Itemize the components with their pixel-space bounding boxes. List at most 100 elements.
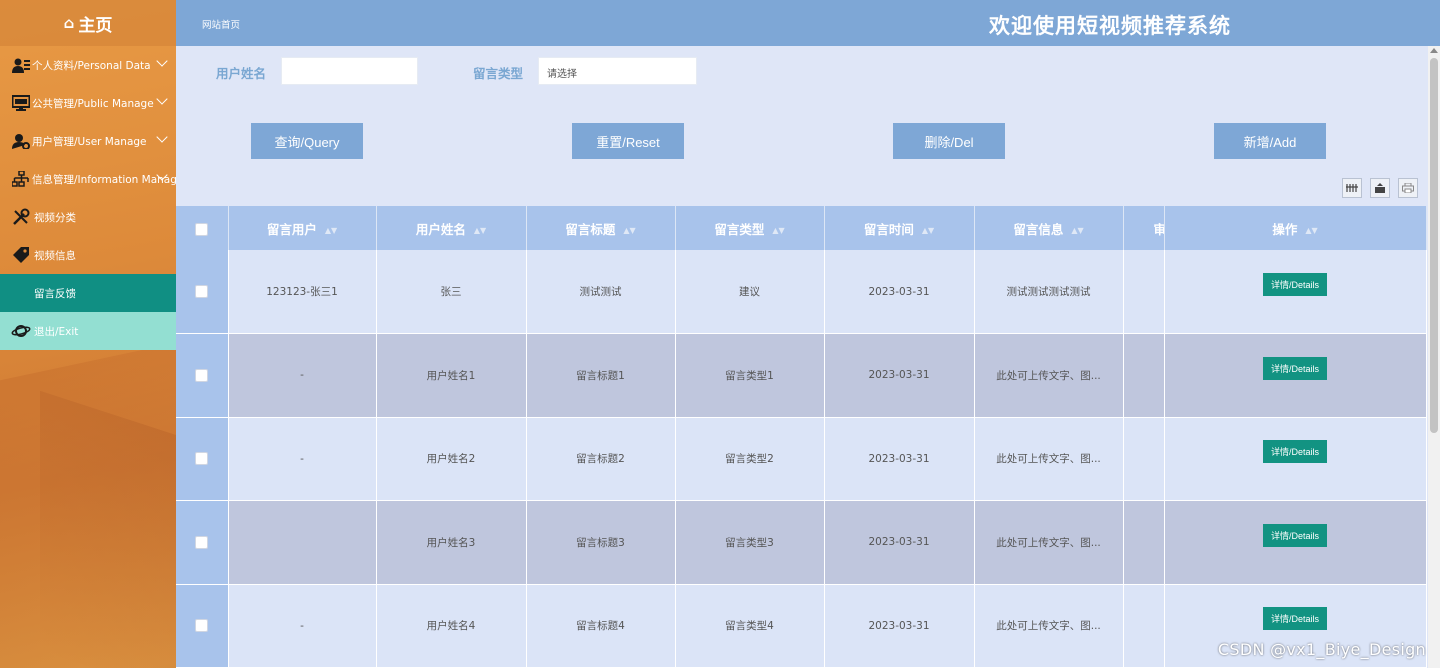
sidebar-home-link[interactable]: ⌂ 主页 bbox=[0, 0, 176, 46]
details-button[interactable]: 详情/Details bbox=[1262, 607, 1327, 631]
table-header-row: 留言用户 ▲▼ 用户姓名 ▲▼ 留言标题 ▲▼ 留言类型 ▲▼ 留言时间 ▲▼ 留言信息 ▲… bbox=[176, 206, 1427, 250]
column-header[interactable]: 留言类型 ▲▼ bbox=[675, 206, 825, 250]
query-button[interactable]: 查询/Query bbox=[251, 123, 363, 159]
username-input[interactable] bbox=[281, 57, 418, 85]
scrollbar-thumb[interactable] bbox=[1430, 58, 1438, 433]
column-header-label: 留言用户 bbox=[266, 221, 317, 237]
column-header-label: 用户姓名 bbox=[415, 221, 466, 237]
print-icon[interactable] bbox=[1398, 178, 1418, 198]
cell-name: 用户姓名1 bbox=[376, 333, 527, 418]
sidebar-item-user-manage[interactable]: 用户管理/User Manage bbox=[0, 122, 176, 160]
row-checkbox[interactable] bbox=[195, 619, 209, 633]
sidebar-item-label: 信息管理/Information Manage bbox=[32, 173, 176, 186]
cell-time: 2023-03-31 bbox=[824, 584, 975, 668]
details-button[interactable]: 详情/Details bbox=[1262, 440, 1327, 464]
column-header[interactable]: 审 bbox=[1123, 206, 1165, 250]
cell-time: 2023-03-31 bbox=[824, 500, 975, 585]
sidebar-item-label: 用户管理/User Manage bbox=[32, 135, 147, 148]
delete-button[interactable]: 删除/Del bbox=[893, 123, 1005, 159]
main-content: 用户姓名 留言类型 请选择 查询/Query 重置/Reset 删除/Del 新… bbox=[176, 46, 1428, 668]
cell-type: 留言类型2 bbox=[675, 417, 825, 501]
details-button[interactable]: 详情/Details bbox=[1262, 356, 1327, 380]
cell-title: 留言标题2 bbox=[526, 417, 676, 501]
cell-type: 留言类型4 bbox=[675, 584, 825, 668]
sidebar-item-personal-data[interactable]: 个人资料/Personal Data bbox=[0, 46, 176, 84]
table-toolbar bbox=[1342, 178, 1418, 198]
sort-icon: ▲▼ bbox=[1071, 225, 1084, 235]
export-icon[interactable] bbox=[1370, 178, 1390, 198]
sidebar-item-public-manage[interactable]: 公共管理/Public Manage bbox=[0, 84, 176, 122]
column-header[interactable]: 留言用户 ▲▼ bbox=[228, 206, 377, 250]
cell-name: 用户姓名4 bbox=[376, 584, 527, 668]
cell-review bbox=[1123, 500, 1165, 585]
table-row: - 用户姓名2 留言标题2 留言类型2 2023-03-31 此处可上传文字、图… bbox=[176, 417, 1427, 501]
vertical-scrollbar[interactable] bbox=[1428, 46, 1440, 668]
feedback-table-wrap: 留言用户 ▲▼ 用户姓名 ▲▼ 留言标题 ▲▼ 留言类型 ▲▼ 留言时间 ▲▼ 留言信息 ▲… bbox=[176, 206, 1427, 668]
table-row: - 用户姓名1 留言标题1 留言类型1 2023-03-31 此处可上传文字、图… bbox=[176, 333, 1427, 418]
details-button[interactable]: 详情/Details bbox=[1262, 273, 1327, 296]
username-label: 用户姓名 bbox=[216, 66, 267, 81]
cell-title: 测试测试 bbox=[526, 250, 676, 334]
tools-icon bbox=[10, 208, 32, 226]
cell-info: 此处可上传文字、图... bbox=[974, 333, 1124, 418]
page-title: 欢迎使用短视频推荐系统 bbox=[989, 14, 1231, 38]
sort-icon: ▲▼ bbox=[1305, 225, 1318, 235]
sort-icon: ▲▼ bbox=[623, 225, 636, 235]
column-header[interactable]: 用户姓名 ▲▼ bbox=[376, 206, 527, 250]
cell-user: 123123-张三1 bbox=[228, 250, 377, 334]
column-header-label: 操作 bbox=[1272, 221, 1298, 237]
column-header[interactable]: 留言信息 ▲▼ bbox=[974, 206, 1124, 250]
sidebar-item-information-manage[interactable]: 信息管理/Information Manage bbox=[0, 160, 176, 198]
sort-icon: ▲▼ bbox=[921, 225, 935, 235]
details-button[interactable]: 详情/Details bbox=[1262, 523, 1327, 547]
row-checkbox[interactable] bbox=[195, 535, 209, 549]
action-bar: 查询/Query 重置/Reset 删除/Del 新增/Add bbox=[176, 123, 1428, 159]
column-header: 操作 ▲▼ bbox=[1164, 206, 1427, 250]
cell-type: 留言类型1 bbox=[675, 333, 825, 418]
cell-actions: 详情/Details bbox=[1164, 250, 1427, 334]
page-title-wrap: 欢迎使用短视频推荐系统 bbox=[176, 10, 1231, 40]
row-select-cell bbox=[176, 333, 229, 418]
row-checkbox[interactable] bbox=[195, 368, 209, 382]
row-select-cell bbox=[176, 500, 229, 585]
row-checkbox[interactable] bbox=[195, 285, 209, 298]
reset-button[interactable]: 重置/Reset bbox=[572, 123, 684, 159]
cell-info: 此处可上传文字、图... bbox=[974, 500, 1124, 585]
scroll-up-icon[interactable] bbox=[1430, 48, 1438, 53]
home-icon: ⌂ bbox=[63, 14, 75, 32]
sort-icon: ▲▼ bbox=[772, 225, 785, 235]
cell-user: - bbox=[228, 584, 377, 668]
sidebar-menu: 个人资料/Personal Data 公共管理/Public Manage 用户… bbox=[0, 46, 176, 350]
cell-time: 2023-03-31 bbox=[824, 417, 975, 501]
column-header[interactable]: 留言时间 ▲▼ bbox=[824, 206, 975, 250]
home-label: 主页 bbox=[78, 15, 113, 36]
sidebar-item-video-category[interactable]: 视频分类 bbox=[0, 198, 176, 236]
feedback-table: 留言用户 ▲▼ 用户姓名 ▲▼ 留言标题 ▲▼ 留言类型 ▲▼ 留言时间 ▲▼ 留言信息 ▲… bbox=[176, 206, 1427, 668]
columns-filter-icon[interactable] bbox=[1342, 178, 1362, 198]
cell-type: 建议 bbox=[675, 250, 825, 334]
column-header-label: 留言标题 bbox=[565, 221, 616, 237]
sidebar-item-feedback[interactable]: 留言反馈 bbox=[0, 274, 176, 312]
tag-icon bbox=[10, 246, 32, 264]
sidebar: ⌂ 主页 个人资料/Personal Data 公共管理/Public Mana… bbox=[0, 0, 176, 668]
cell-time: 2023-03-31 bbox=[824, 333, 975, 418]
row-select-cell bbox=[176, 584, 229, 668]
column-header-label: 留言类型 bbox=[714, 221, 765, 237]
cell-type: 留言类型3 bbox=[675, 500, 825, 585]
message-type-select[interactable]: 请选择 bbox=[538, 57, 697, 85]
row-select-cell bbox=[176, 417, 229, 501]
select-all-checkbox[interactable] bbox=[195, 222, 209, 236]
row-select-cell bbox=[176, 250, 229, 334]
cell-name: 张三 bbox=[376, 250, 527, 334]
cell-title: 留言标题3 bbox=[526, 500, 676, 585]
cell-info: 此处可上传文字、图... bbox=[974, 417, 1124, 501]
cell-user: - bbox=[228, 417, 377, 501]
add-button[interactable]: 新增/Add bbox=[1214, 123, 1326, 159]
search-bar: 用户姓名 留言类型 请选择 bbox=[176, 56, 1428, 86]
sidebar-item-exit[interactable]: 退出/Exit bbox=[0, 312, 176, 350]
sidebar-item-video-info[interactable]: 视频信息 bbox=[0, 236, 176, 274]
cell-info: 测试测试测试测试 bbox=[974, 250, 1124, 334]
table-row: 123123-张三1 张三 测试测试 建议 2023-03-31 测试测试测试测… bbox=[176, 250, 1427, 334]
column-header[interactable]: 留言标题 ▲▼ bbox=[526, 206, 676, 250]
row-checkbox[interactable] bbox=[195, 452, 209, 466]
